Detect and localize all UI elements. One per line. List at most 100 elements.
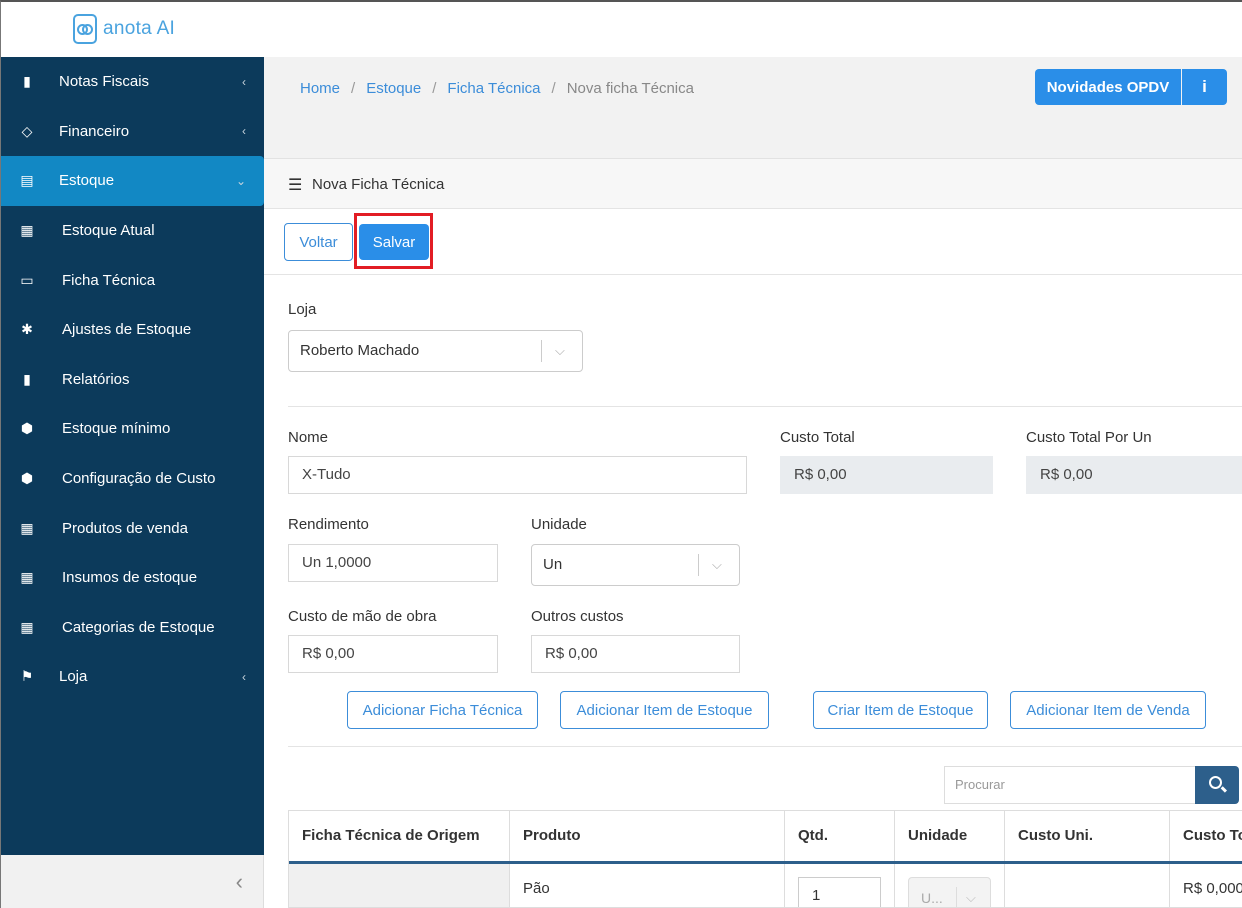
select-divider [956,887,957,907]
breadcrumb-estoque[interactable]: Estoque [366,80,421,97]
cubes-icon: ⬢ [20,470,34,487]
adicionar-ficha-tecnica-button[interactable]: Adicionar Ficha Técnica [347,691,538,729]
grid-icon: ▦ [20,519,34,536]
quantity-input[interactable]: 1 [798,877,881,907]
column-header-custo-uni: Custo Uni. [1005,811,1170,861]
voltar-button[interactable]: Voltar [284,223,353,261]
sidebar-item-financeiro[interactable]: ◇ Financeiro ‹ [1,107,264,157]
chevron-left-icon: ‹ [242,124,246,139]
unidade-select[interactable]: Un ⌵ [531,544,740,586]
sidebar-item-label: Financeiro [59,122,130,140]
unit-select-disabled: U... ⌵ [908,877,991,907]
table-cell-qtd: 1 [785,864,895,907]
novidades-opdv-button[interactable]: Novidades OPDV [1035,69,1181,105]
breadcrumb-current: Nova ficha Técnica [566,80,694,97]
table-cell-produto: Pão [510,864,785,907]
divider [288,746,1242,747]
table-cell-origem [289,864,510,907]
search-button[interactable] [1195,766,1239,804]
sidebar-item-label: Ficha Técnica [62,271,156,289]
sidebar-item-label: Configuração de Custo [62,470,216,488]
sidebar-item-produtos-de-venda[interactable]: ▦ Produtos de venda [1,503,264,553]
collapse-sidebar-icon[interactable]: ‹ [236,869,243,895]
breadcrumb: Home / Estoque / Ficha Técnica / Nova fi… [300,80,694,97]
loja-label: Loja [288,301,317,318]
unidade-select-value: Un [543,556,563,573]
outros-custos-label: Outros custos [531,608,624,625]
breadcrumb-separator: / [351,80,356,97]
custo-total-value: R$ 0,000 [1183,880,1242,897]
nome-input[interactable]: X-Tudo [288,456,747,494]
sidebar-item-ajustes-de-estoque[interactable]: ✱ Ajustes de Estoque [1,305,264,355]
boxes-icon: ▦ [20,222,34,239]
rendimento-input[interactable]: Un 1,0000 [288,544,498,582]
search-input[interactable]: Procurar [944,766,1196,804]
sidebar-item-label: Ajustes de Estoque [62,321,192,339]
breadcrumb-ficha-tecnica[interactable]: Ficha Técnica [447,80,540,97]
sidebar-item-ficha-tecnica[interactable]: ▭ Ficha Técnica [1,255,264,305]
owl-logo-icon [73,14,97,44]
sidebar-item-estoque-minimo[interactable]: ⬢ Estoque mínimo [1,404,264,454]
loja-select[interactable]: Roberto Machado ⌵ [288,330,583,372]
criar-item-estoque-button[interactable]: Criar Item de Estoque [813,691,988,729]
sidebar-item-relatorios[interactable]: ▮ Relatórios [1,355,264,405]
sidebar-item-label: Estoque mínimo [62,420,171,438]
breadcrumb-separator: / [432,80,437,97]
diamond-icon: ◇ [21,122,33,139]
search-icon [1209,776,1222,789]
bookmark-icon: ▮ [23,370,31,387]
sidebar-item-estoque[interactable]: ▤ Estoque ⌄ [1,156,264,206]
card-title: Nova Ficha Técnica [312,176,445,193]
id-card-icon: ▭ [20,271,34,288]
column-header-unidade: Unidade [895,811,1005,861]
page-header: Home / Estoque / Ficha Técnica / Nova fi… [264,57,1242,159]
custo-total-por-un-input: R$ 0,00 [1026,456,1242,494]
outros-custos-input[interactable]: R$ 0,00 [531,635,740,673]
breadcrumb-separator: / [551,80,556,97]
sidebar-item-loja[interactable]: ⚑ Loja ‹ [1,652,264,702]
logo-text: anota AI [103,18,176,39]
sidebar-footer: ‹ [0,855,264,908]
sidebar: ▮ Notas Fiscais ‹ ◇ Financeiro ‹ ▤ Estoq… [0,57,264,855]
logo[interactable]: anota AI [73,14,175,44]
rendimento-label: Rendimento [288,516,369,533]
column-header-qtd: Qtd. [785,811,895,861]
custo-total-label: Custo Total [780,429,855,446]
nome-label: Nome [288,429,329,446]
select-divider [698,554,699,576]
hamburger-menu-icon: ☰ [288,177,303,194]
sidebar-item-notas-fiscais[interactable]: ▮ Notas Fiscais ‹ [1,57,264,107]
sidebar-item-categorias-de-estoque[interactable]: ▦ Categorias de Estoque [1,603,264,653]
info-button[interactable]: i [1182,69,1227,105]
breadcrumb-home[interactable]: Home [300,80,340,97]
form-toolbar: Voltar Salvar [264,209,1242,275]
chevron-down-icon: ⌵ [712,557,722,572]
column-header-produto: Produto [510,811,785,861]
custo-total-input: R$ 0,00 [780,456,993,494]
form-area: Loja Roberto Machado ⌵ Nome X-Tudo Custo… [264,275,1242,908]
sidebar-item-label: Notas Fiscais [59,73,150,91]
custo-mao-de-obra-label: Custo de mão de obra [288,608,437,625]
chevron-down-icon: ⌵ [555,343,565,358]
column-header-origem: Ficha Técnica de Origem [289,811,510,861]
grid-icon: ▦ [20,569,34,586]
adicionar-item-estoque-button[interactable]: Adicionar Item de Estoque [560,691,769,729]
cubes-icon: ⬢ [20,420,34,437]
chevron-down-icon: ⌵ [966,890,976,905]
salvar-button[interactable]: Salvar [359,224,429,260]
custo-mao-de-obra-input[interactable]: R$ 0,00 [288,635,498,673]
produto-name: Pão [523,880,550,897]
sidebar-item-label: Produtos de venda [62,519,188,537]
sidebar-item-label: Relatórios [62,370,130,388]
sidebar-item-estoque-atual[interactable]: ▦ Estoque Atual [1,206,264,256]
grid-icon: ▦ [20,618,34,635]
sidebar-item-label: Insumos de estoque [62,569,198,587]
table-cell-custo-total: R$ 0,000 [1170,864,1242,907]
table-cell-unidade: U... ⌵ [895,864,1005,907]
top-bar: anota AI [0,0,1242,57]
divider [288,406,1242,407]
asterisk-icon: ✱ [21,321,33,338]
adicionar-item-venda-button[interactable]: Adicionar Item de Venda [1010,691,1206,729]
sidebar-item-configuracao-de-custo[interactable]: ⬢ Configuração de Custo [1,454,264,504]
sidebar-item-insumos-de-estoque[interactable]: ▦ Insumos de estoque [1,553,264,603]
